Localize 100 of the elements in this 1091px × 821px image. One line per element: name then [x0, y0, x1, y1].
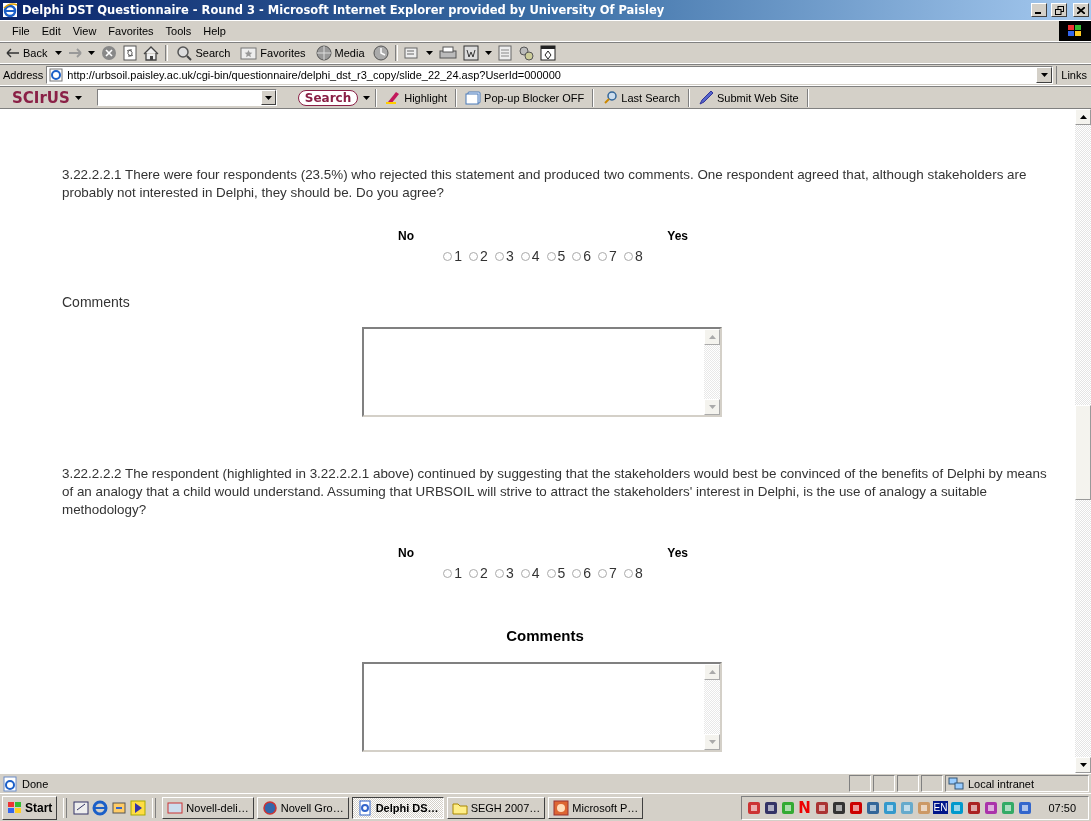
tray-app-icon[interactable] [983, 799, 1000, 816]
scirus-search-field[interactable] [96, 89, 277, 106]
printer-icon[interactable] [438, 46, 457, 60]
radio-button[interactable] [598, 568, 608, 578]
stop-icon[interactable] [101, 45, 118, 61]
mail-icon[interactable] [403, 46, 420, 60]
taskbar-button[interactable]: Novell-deli… [162, 796, 254, 819]
radio-button[interactable] [546, 568, 556, 578]
radio-option[interactable]: 7 [598, 565, 617, 581]
radio-button[interactable] [443, 251, 453, 261]
toolbar-button[interactable]: Last Search [599, 89, 683, 106]
menu-item[interactable]: View [66, 23, 103, 39]
windows-flag-icon [1068, 25, 1082, 37]
dropdown-caret-icon[interactable] [74, 94, 82, 101]
minimize-button[interactable] [1031, 3, 1047, 17]
tray-app-icon[interactable] [1017, 799, 1034, 816]
menu-item[interactable]: Help [197, 23, 232, 39]
document-icon[interactable] [497, 45, 512, 61]
gears-icon[interactable] [517, 45, 534, 61]
radio-option[interactable]: 5 [546, 248, 566, 264]
popup-window-icon [465, 89, 482, 106]
radio-option[interactable]: 8 [623, 565, 643, 581]
favorites-button[interactable]: Favorites [238, 46, 308, 60]
radio-option[interactable]: 7 [598, 248, 617, 264]
radio-button[interactable] [469, 251, 479, 261]
radio-button[interactable] [469, 568, 479, 578]
restore-button[interactable] [1051, 3, 1067, 17]
taskbar-button[interactable]: Microsoft P… [548, 796, 644, 819]
menu-item[interactable]: Favorites [102, 23, 160, 39]
radio-option[interactable]: 6 [572, 248, 592, 264]
status-panel [921, 775, 943, 792]
menu-item[interactable]: Edit [35, 23, 67, 39]
start-button[interactable]: Start [2, 795, 58, 820]
radio-option[interactable]: 1 [443, 565, 463, 581]
dropdown-caret-icon[interactable] [484, 50, 492, 56]
radio-option[interactable]: 4 [520, 565, 540, 581]
refresh-icon[interactable] [123, 45, 138, 61]
tray-glyph[interactable]: EN [932, 801, 949, 814]
radio-button[interactable] [520, 251, 530, 261]
radio-option[interactable]: 3 [494, 248, 514, 264]
history-icon[interactable] [372, 45, 389, 61]
address-dropdown-button[interactable] [1036, 67, 1053, 83]
search-button[interactable]: Search [174, 45, 233, 61]
radio-button[interactable] [623, 568, 633, 578]
tray-app-icon[interactable] [830, 799, 847, 816]
search-dropdown-button[interactable] [260, 90, 276, 105]
menu-item[interactable]: File [6, 23, 36, 39]
radio-option[interactable]: 2 [469, 248, 488, 264]
radio-option[interactable]: 6 [572, 565, 592, 581]
dropdown-caret-icon[interactable] [363, 94, 371, 101]
scirus-logo[interactable]: SCIrUS [12, 88, 70, 107]
radio-option[interactable]: 4 [520, 248, 540, 264]
back-button[interactable]: Back [4, 47, 50, 59]
desktop-icon[interactable] [73, 799, 90, 816]
page-scrollbar[interactable] [1075, 109, 1091, 773]
radio-button[interactable] [494, 568, 504, 578]
radio-button[interactable] [443, 568, 453, 578]
tray-app-icon[interactable] [966, 799, 983, 816]
radio-button[interactable] [572, 251, 582, 261]
play-icon[interactable] [130, 799, 147, 816]
radio-button[interactable] [623, 251, 633, 261]
menu-item[interactable]: Tools [159, 23, 198, 39]
scroll-up-arrow-icon[interactable] [1079, 115, 1087, 119]
radio-option[interactable]: 3 [494, 565, 514, 581]
media-button[interactable]: Media [313, 45, 367, 61]
sync-icon[interactable] [111, 799, 128, 816]
tray-app-icon[interactable] [762, 799, 779, 816]
taskbar-button[interactable]: Novell Gro… [256, 796, 349, 819]
toolbar-button[interactable]: Submit Web Site [695, 89, 802, 106]
close-button[interactable] [1073, 3, 1089, 17]
home-icon[interactable] [143, 45, 160, 61]
radio-button[interactable] [494, 251, 504, 261]
radio-button[interactable] [598, 251, 608, 261]
radio-button[interactable] [546, 251, 556, 261]
scirus-search-button[interactable]: Search [297, 89, 359, 106]
links-button[interactable]: Links [1056, 66, 1091, 84]
toolbar-button[interactable]: Pop-up Blocker OFF [462, 89, 588, 106]
tray-app-icon[interactable] [847, 799, 864, 816]
taskbar-button[interactable]: SEGH 2007… [446, 796, 546, 819]
scroll-down-arrow-icon[interactable] [1079, 763, 1087, 767]
radio-option[interactable]: 5 [546, 565, 566, 581]
forward-arrow-icon[interactable] [68, 48, 83, 58]
dropdown-caret-icon[interactable] [425, 50, 433, 56]
edit-document-icon[interactable] [462, 45, 479, 61]
scrollbar-thumb[interactable] [1075, 405, 1091, 500]
tray-app-icon[interactable] [864, 799, 881, 816]
radio-option[interactable]: 1 [443, 248, 463, 264]
radio-button[interactable] [572, 568, 582, 578]
radio-option[interactable]: 2 [469, 565, 488, 581]
radio-option[interactable]: 8 [623, 248, 643, 264]
ie-logo-icon[interactable] [92, 799, 109, 816]
address-field[interactable]: http://urbsoil.paisley.ac.uk/cgi-bin/questionnaire/delphi_dst_r3_copy/slide_22_24.asp?UserId=000000 [46, 66, 1054, 84]
window-icon[interactable] [539, 45, 556, 61]
dropdown-caret-icon[interactable] [55, 50, 63, 56]
toolbar-button[interactable]: Highlight [382, 89, 451, 106]
taskbar-button[interactable]: Delphi DS… [351, 796, 444, 819]
dropdown-caret-icon[interactable] [88, 50, 96, 56]
radio-button[interactable] [520, 568, 530, 578]
tray-app-icon[interactable] [813, 799, 830, 816]
window-title: Delphi DST Questionnaire - Round 3 - Microsoft Internet Explorer provided by University Of Paisley [22, 3, 666, 17]
